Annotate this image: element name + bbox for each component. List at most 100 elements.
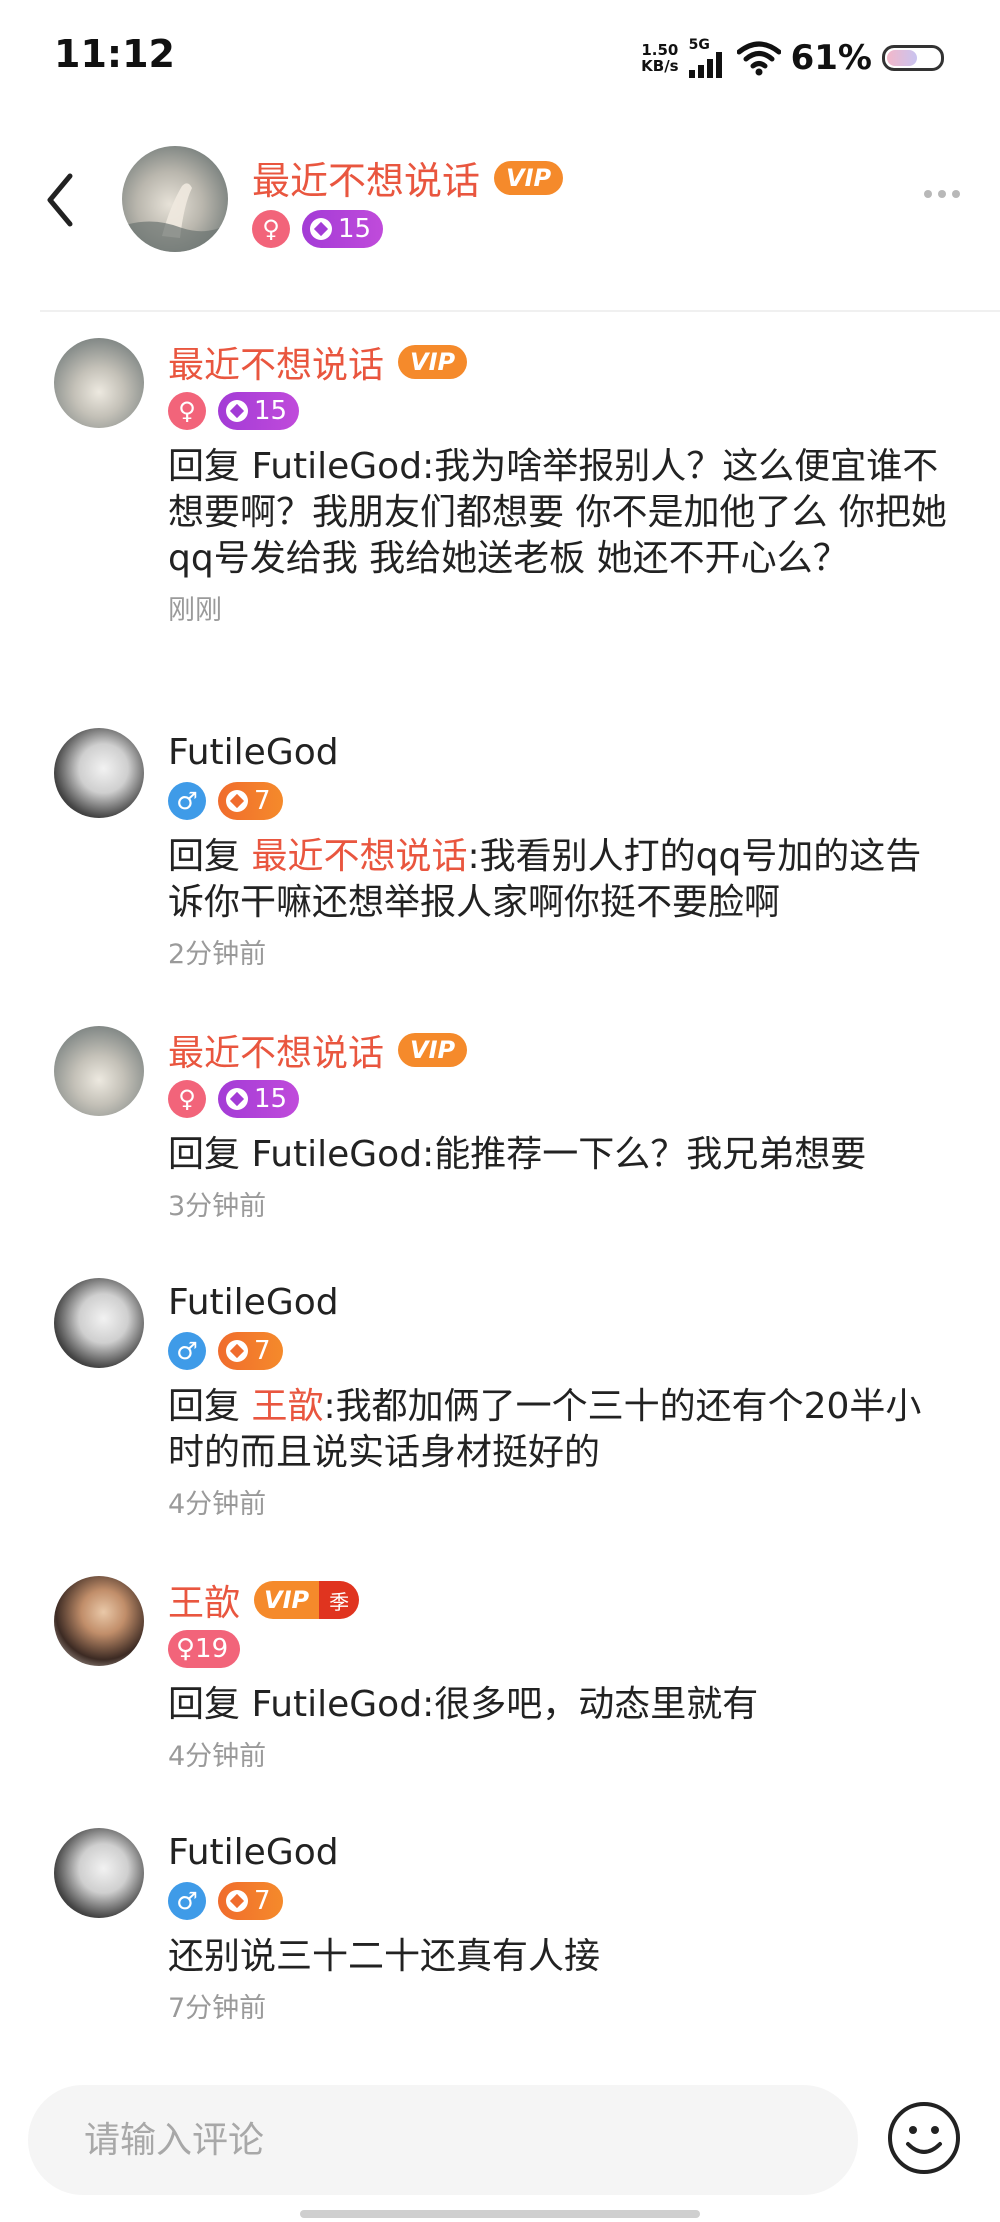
comment-header: 最近不想说话 VIP	[168, 338, 950, 386]
comment-header: FutileGod	[168, 1828, 950, 1876]
diamond-icon	[310, 218, 332, 240]
level-badge: 7	[218, 1332, 283, 1370]
comment-header: 最近不想说话 VIP	[168, 1026, 950, 1074]
reply-prefix: 回复	[168, 836, 252, 877]
male-icon: ♂	[168, 1332, 206, 1370]
level-value: 15	[254, 1084, 288, 1114]
comment-content: :很多吧，动态里就有	[422, 1684, 759, 1725]
comment-input[interactable]	[82, 2118, 858, 2162]
level-badge: ♀19	[168, 1630, 241, 1668]
avatar-image	[122, 183, 228, 252]
comment-header: FutileGod	[168, 728, 950, 776]
comment-body: 最近不想说话 VIP ♀ 15 回复 FutileGod:我为啥举报别人？这么便…	[168, 338, 950, 627]
emoji-icon[interactable]	[886, 2100, 962, 2176]
comment-author[interactable]: 最近不想说话	[168, 1024, 384, 1076]
male-icon: ♂	[168, 1882, 206, 1920]
female-icon: ♀	[168, 1080, 206, 1118]
signal-icon: 5G	[688, 37, 727, 78]
comment-author[interactable]: FutileGod	[168, 1282, 339, 1323]
comment-body: FutileGod ♂ 7 还别说三十二十还真有人接 7分钟前	[168, 1828, 950, 2025]
comment-text: 回复 最近不想说话:我看别人打的qq号加的这告诉你干嘛还想举报人家啊你挺不要脸啊	[168, 834, 950, 926]
vip-badge: VIP	[398, 345, 468, 379]
more-icon[interactable]	[924, 190, 960, 198]
comment-time: 4分钟前	[168, 1741, 267, 1772]
network-speed-unit: KB/s	[641, 57, 679, 75]
comment-author[interactable]: 最近不想说话	[168, 336, 384, 388]
reply-target[interactable]: FutileGod	[251, 446, 422, 487]
reply-prefix: 回复	[168, 1386, 252, 1427]
avatar[interactable]	[122, 146, 228, 252]
reply-target[interactable]: FutileGod	[251, 1134, 422, 1175]
reply-target[interactable]: 王歆	[251, 1386, 323, 1427]
reply-prefix: 回复	[168, 1134, 252, 1175]
comment-time: 7分钟前	[168, 1993, 267, 2024]
level-badge: 7	[218, 1882, 283, 1920]
comment-time: 4分钟前	[168, 1489, 267, 1520]
comment-input-bar	[28, 2085, 858, 2195]
comment-author[interactable]: FutileGod	[168, 732, 339, 773]
level-value: 7	[254, 1336, 271, 1366]
level-value: 15	[254, 396, 288, 426]
battery-icon	[882, 45, 944, 71]
avatar[interactable]	[54, 1576, 144, 1666]
signal-bars-icon	[688, 52, 722, 78]
female-icon: ♀	[252, 210, 290, 248]
comment-text: 回复 FutileGod:能推荐一下么？我兄弟想要	[168, 1132, 950, 1178]
reply-target[interactable]: FutileGod	[251, 1684, 422, 1725]
diamond-icon	[226, 1890, 248, 1912]
comment-text: 回复 FutileGod:我为啥举报别人？这么便宜谁不想要啊？我朋友们都想要 你…	[168, 444, 950, 582]
vip-label: VIP	[254, 1581, 320, 1619]
avatar[interactable]	[54, 1026, 144, 1116]
comment-author[interactable]: FutileGod	[168, 1832, 339, 1873]
battery-percent: 61%	[790, 38, 872, 78]
comment-body: 王歆 VIP 季 ♀19 回复 FutileGod:很多吧，动态里就有 4分钟前	[168, 1576, 950, 1773]
comment-content: :能推荐一下么？我兄弟想要	[422, 1134, 867, 1175]
avatar[interactable]	[54, 1278, 144, 1368]
avatar[interactable]	[54, 338, 144, 428]
avatar[interactable]	[54, 1828, 144, 1918]
male-icon: ♂	[168, 782, 206, 820]
vip-season-label: 季	[319, 1581, 360, 1619]
comment-badges: ♀19	[168, 1630, 950, 1668]
comment-badges: ♂ 7	[168, 1332, 950, 1370]
header-badges: ♀ 15	[252, 210, 384, 248]
reply-prefix: 回复	[168, 446, 252, 487]
comment-time: 2分钟前	[168, 939, 267, 970]
vip-season-badge: VIP 季	[254, 1581, 360, 1619]
status-bar: 11:12 1.50 KB/s 5G 61%	[0, 0, 1000, 110]
comment-body: FutileGod ♂ 7 回复 王歆:我都加俩了一个三十的还有个20半小时的而…	[168, 1278, 950, 1521]
battery-level	[887, 50, 918, 66]
status-time: 11:12	[54, 32, 175, 76]
reply-prefix: 回复	[168, 1684, 252, 1725]
page-title[interactable]: 最近不想说话	[252, 150, 480, 205]
comment-body: 最近不想说话 VIP ♀ 15 回复 FutileGod:能推荐一下么？我兄弟想…	[168, 1026, 950, 1223]
female-icon: ♀	[168, 392, 206, 430]
comment-header: FutileGod	[168, 1278, 950, 1326]
network-type: 5G	[688, 37, 710, 53]
comment-text: 还别说三十二十还真有人接	[168, 1936, 601, 1977]
status-icons: 1.50 KB/s 5G 61%	[641, 36, 944, 80]
level-badge: 15	[218, 392, 300, 430]
comment-time: 刚刚	[168, 595, 222, 626]
avatar[interactable]	[54, 728, 144, 818]
header: 最近不想说话 VIP ♀ 15	[0, 130, 1000, 310]
diamond-icon	[226, 400, 248, 422]
comment-badges: ♂ 7	[168, 1882, 950, 1920]
back-icon[interactable]	[40, 170, 84, 230]
comment-text: 回复 王歆:我都加俩了一个三十的还有个20半小时的而且说实话身材挺好的	[168, 1384, 950, 1476]
level-badge: 7	[218, 782, 283, 820]
reply-target[interactable]: 最近不想说话	[251, 836, 467, 877]
level-value: 15	[338, 214, 372, 244]
level-badge: 15	[218, 1080, 300, 1118]
network-speed-value: 1.50	[641, 41, 679, 59]
comment-badges: ♀ 15	[168, 392, 950, 430]
comment-badges: ♂ 7	[168, 782, 950, 820]
comment-time: 3分钟前	[168, 1191, 267, 1222]
header-name-row: 最近不想说话 VIP	[252, 150, 564, 205]
divider	[40, 310, 1000, 312]
comment-header: 王歆 VIP 季	[168, 1576, 950, 1624]
home-indicator[interactable]	[300, 2210, 700, 2218]
comment-body: FutileGod ♂ 7 回复 最近不想说话:我看别人打的qq号加的这告诉你干…	[168, 728, 950, 971]
comment-badges: ♀ 15	[168, 1080, 950, 1118]
comment-author[interactable]: 王歆	[168, 1574, 240, 1626]
